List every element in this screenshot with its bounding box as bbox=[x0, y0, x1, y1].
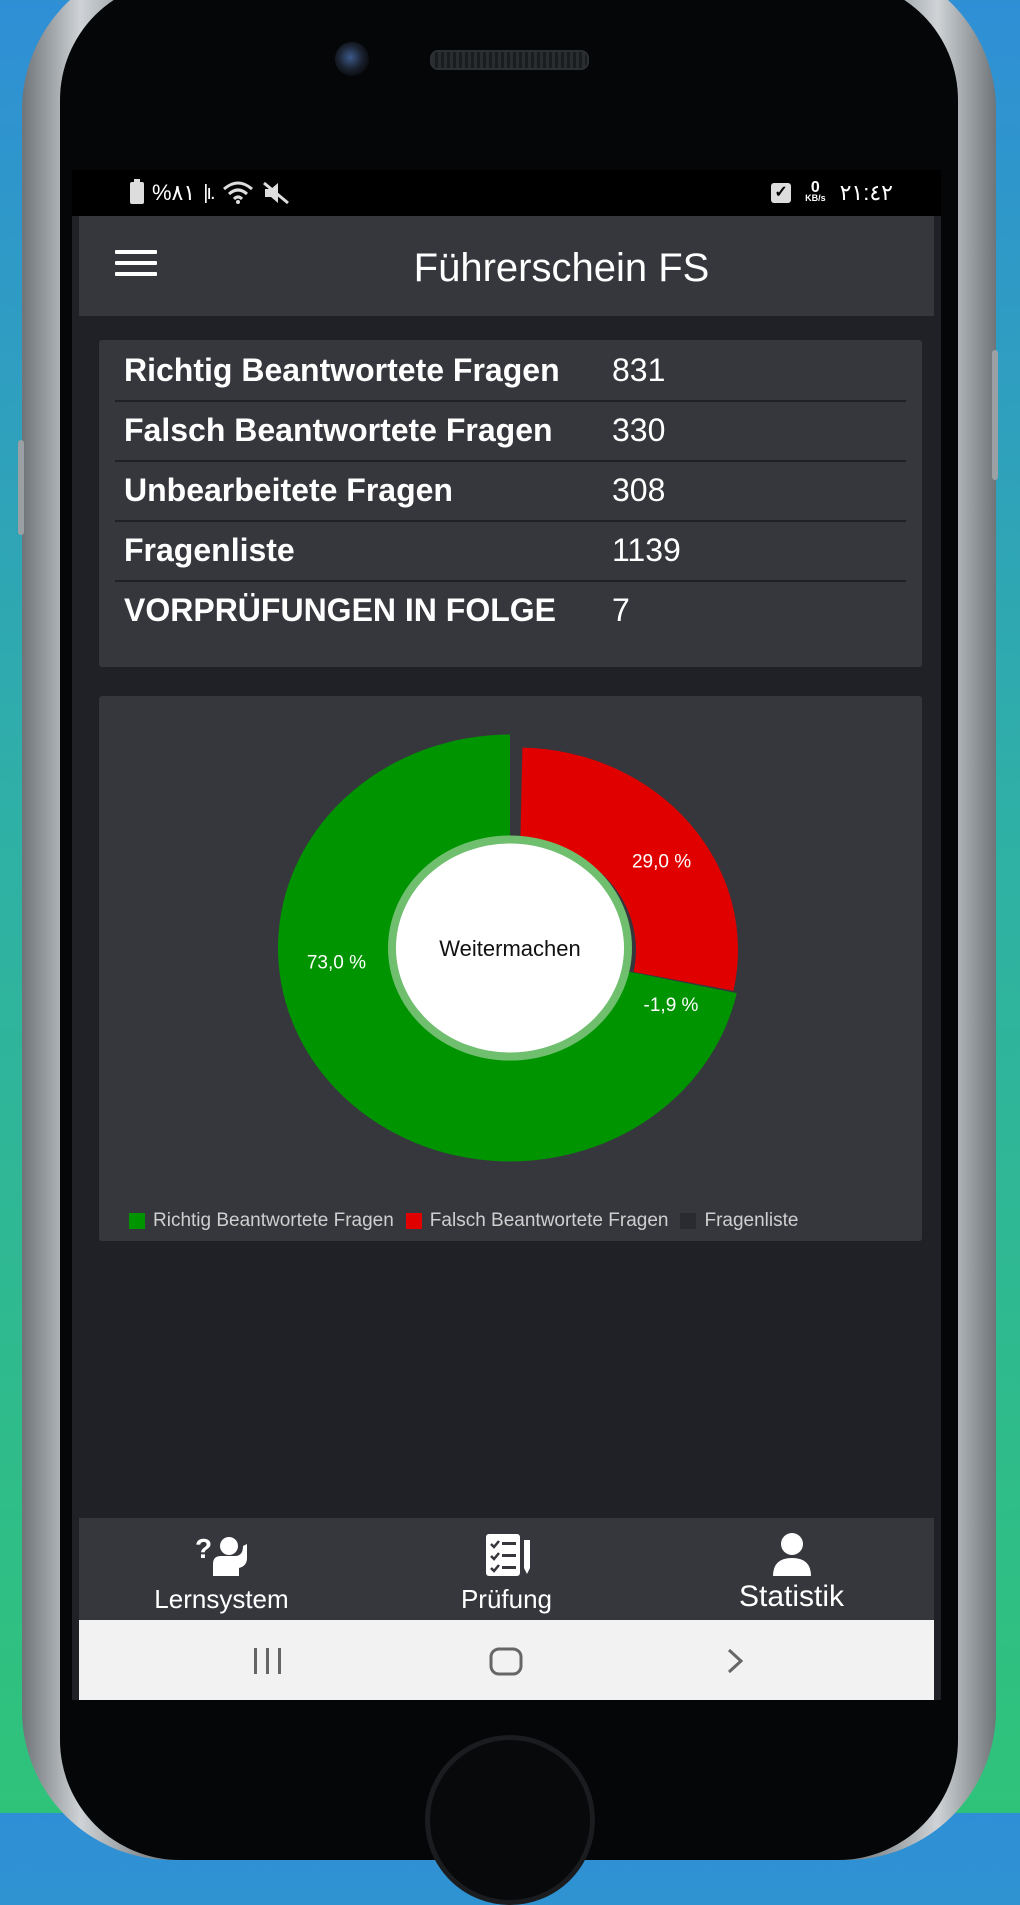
volume-button bbox=[18, 440, 24, 535]
signal-icon: |ı. bbox=[203, 181, 215, 204]
person-icon bbox=[773, 1533, 811, 1576]
stat-value: 330 bbox=[612, 412, 666, 448]
app-bar: Führerschein FS bbox=[79, 216, 934, 316]
donut-chart: Weitermachen 73,0 % 29,0 % -1,9 % bbox=[278, 734, 738, 1162]
mute-icon bbox=[262, 181, 289, 205]
question-person-icon: ? bbox=[195, 1533, 247, 1576]
home-hardware-button[interactable] bbox=[425, 1735, 595, 1905]
stat-value: 1139 bbox=[612, 532, 681, 568]
legend-item: Falsch Beantwortete Fragen bbox=[405, 1210, 669, 1232]
nav-label: Statistik bbox=[738, 1580, 845, 1613]
home-nav-button[interactable] bbox=[364, 1620, 649, 1700]
net-speed-value: 0 bbox=[810, 179, 820, 196]
stat-row: Fragenliste 1139 bbox=[115, 520, 906, 582]
net-speed-unit: KB/s bbox=[805, 193, 826, 203]
slice-value-label: -1,9 % bbox=[644, 995, 699, 1016]
clock: ۲۱:٤۲ bbox=[839, 180, 893, 205]
nav-label: Lernsystem bbox=[154, 1584, 289, 1614]
battery-percent: %۸۱ bbox=[152, 180, 196, 205]
recent-apps-button[interactable] bbox=[79, 1620, 364, 1700]
stat-label: Fragenliste bbox=[124, 532, 295, 568]
stat-row: VORPRÜFUNGEN IN FOLGE 7 bbox=[115, 580, 906, 640]
app-screen: %۸۱ |ı. ✓ 0 KB/s ۲۱:٤۲ Führerschein FS R… bbox=[72, 170, 941, 1700]
home-icon bbox=[489, 1647, 523, 1676]
legend-label: Fragenliste bbox=[704, 1210, 799, 1231]
back-nav-button[interactable] bbox=[649, 1620, 934, 1700]
nav-lernsystem[interactable]: ? Lernsystem bbox=[79, 1518, 364, 1620]
slice-value-label: 29,0 % bbox=[632, 851, 691, 872]
legend-item: Richtig Beantwortete Fragen bbox=[129, 1210, 394, 1232]
front-camera bbox=[335, 42, 369, 76]
stat-row: Richtig Beantwortete Fragen 831 bbox=[115, 340, 906, 402]
legend-swatch bbox=[680, 1213, 697, 1229]
stat-label: Falsch Beantwortete Fragen bbox=[124, 412, 553, 448]
legend-swatch bbox=[129, 1213, 145, 1229]
legend-item: Fragenliste bbox=[680, 1210, 798, 1232]
wifi-icon bbox=[222, 181, 253, 204]
slice-value-label: 73,0 % bbox=[307, 953, 366, 974]
legend-swatch bbox=[405, 1213, 422, 1229]
checkbox-icon: ✓ bbox=[771, 183, 792, 203]
page-title: Führerschein FS bbox=[413, 246, 710, 290]
earpiece-speaker bbox=[430, 50, 589, 70]
stat-row: Unbearbeitete Fragen 308 bbox=[115, 460, 906, 522]
status-bar: %۸۱ |ı. ✓ 0 KB/s ۲۱:٤۲ bbox=[72, 170, 941, 216]
stat-value: 7 bbox=[612, 592, 630, 628]
system-navigation-bar bbox=[79, 1620, 934, 1700]
stat-value: 308 bbox=[612, 472, 666, 508]
recent-apps-icon bbox=[254, 1648, 281, 1674]
stat-label: Richtig Beantwortete Fragen bbox=[124, 352, 560, 388]
battery-icon bbox=[130, 179, 144, 204]
nav-statistik[interactable]: Statistik bbox=[649, 1518, 934, 1620]
back-icon bbox=[727, 1648, 744, 1674]
checklist-icon bbox=[486, 1534, 530, 1576]
svg-text:?: ? bbox=[195, 1533, 212, 1564]
legend-label: Falsch Beantwortete Fragen bbox=[429, 1210, 669, 1231]
bottom-navigation: ? Lernsystem Prüfung Statistik bbox=[79, 1518, 934, 1620]
stat-label: Unbearbeitete Fragen bbox=[124, 472, 453, 508]
legend-label: Richtig Beantwortete Fragen bbox=[153, 1210, 394, 1231]
nav-pruefung[interactable]: Prüfung bbox=[364, 1518, 649, 1620]
stats-card: Richtig Beantwortete Fragen 831 Falsch B… bbox=[99, 340, 922, 667]
nav-label: Prüfung bbox=[460, 1584, 553, 1614]
stat-row: Falsch Beantwortete Fragen 330 bbox=[115, 400, 906, 462]
net-speed: 0 KB/s bbox=[805, 179, 826, 204]
chart-legend: Richtig Beantwortete Fragen Falsch Beant… bbox=[129, 1210, 798, 1232]
stat-label: VORPRÜFUNGEN IN FOLGE bbox=[124, 592, 557, 628]
chart-card: Weitermachen 73,0 % 29,0 % -1,9 % Richtig B… bbox=[99, 696, 922, 1241]
stat-value: 831 bbox=[612, 352, 666, 388]
power-button bbox=[992, 350, 998, 480]
continue-button-label[interactable]: Weitermachen bbox=[439, 936, 580, 961]
